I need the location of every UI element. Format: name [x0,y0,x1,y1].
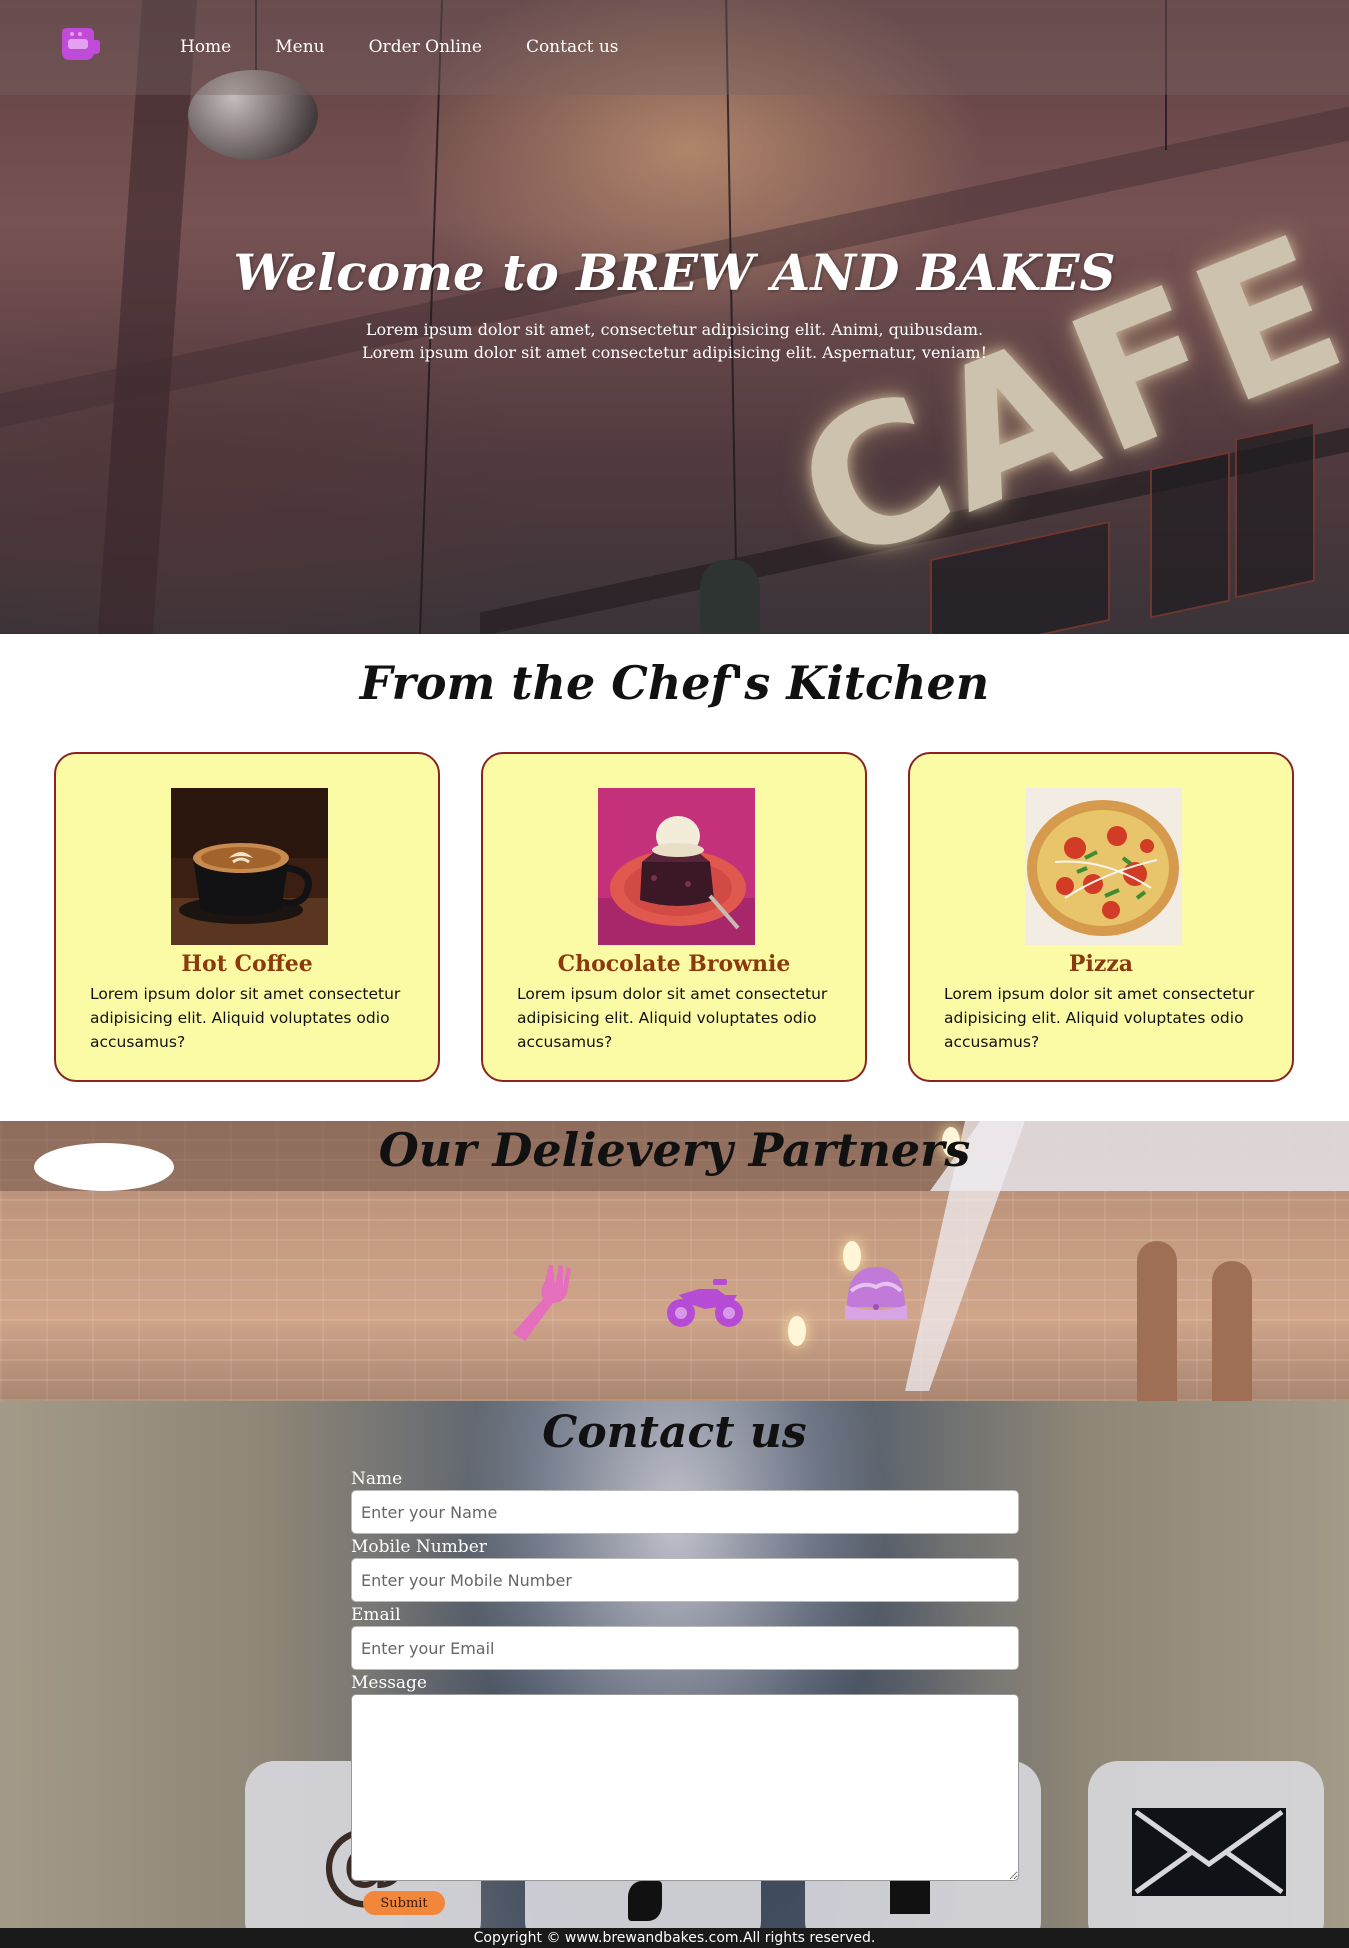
pizza-image [1025,788,1182,945]
envelope-icon [1132,1808,1286,1896]
partners-title: Our Delievery Partners [378,1123,971,1177]
delivery-partners-section: Our Delievery Partners [0,1121,1349,1401]
fork-icon[interactable] [505,1263,575,1343]
menu-item-description: Lorem ipsum dolor sit amet consectetur a… [517,985,828,1051]
menu-item-name: Pizza [1068,951,1134,977]
mobile-phone-icon [890,1879,930,1914]
menu-card-hot-coffee[interactable]: Hot Coffee Lorem ipsum dolor sit amet co… [54,752,440,1082]
hero-subtitle: Lorem ipsum dolor sit amet, consectetur … [0,318,1349,364]
chocolate-brownie-image [598,788,755,945]
wall-ski [1137,1241,1177,1401]
footer: Copyright © www.brewandbakes.com.All rig… [0,1928,1349,1948]
kitchen-section: From the Chef's Kitchen Hot Coffee Lorem… [0,634,1349,1121]
nav-order-online[interactable]: Order Online [369,37,482,57]
cafe-logo-icon[interactable] [58,26,100,62]
message-label: Message [351,1673,427,1693]
contact-title: Contact us [542,1407,807,1458]
menu-item-description: Lorem ipsum dolor sit amet consectetur a… [90,985,401,1051]
hot-coffee-image [171,788,328,945]
message-textarea[interactable] [351,1694,1019,1881]
nav-home[interactable]: Home [180,37,231,57]
navbar: Home Menu Order Online Contact us [0,0,1349,95]
contact-form: Name Mobile Number Email Message [351,1469,1019,1881]
contact-section: @ Contact us Name Mobile Number Email Me… [0,1401,1349,1928]
wall-ski [1212,1261,1252,1401]
menu-item-description: Lorem ipsum dolor sit amet consectetur a… [944,985,1255,1051]
motorbike-icon[interactable] [665,1271,745,1331]
hero-overlay [0,0,1349,634]
kitchen-title: From the Chef's Kitchen [359,656,990,710]
nav-links: Home Menu Order Online Contact us [180,37,663,57]
email-input[interactable] [351,1626,1019,1670]
telephone-icon [628,1881,662,1921]
mobile-number-label: Mobile Number [351,1537,487,1557]
nav-contact-us[interactable]: Contact us [526,37,619,57]
menu-card-pizza[interactable]: Pizza Lorem ipsum dolor sit amet consect… [908,752,1294,1082]
menu-item-name: Chocolate Brownie [557,951,791,977]
name-input[interactable] [351,1490,1019,1534]
menu-item-name: Hot Coffee [181,951,313,977]
taco-icon[interactable] [843,1263,909,1323]
hanging-bulb [788,1316,806,1346]
hero-title: Welcome to BREW AND BAKES [233,243,1116,302]
submit-button[interactable]: Submit [363,1891,445,1915]
name-label: Name [351,1469,403,1489]
hero-subtitle-line: Lorem ipsum dolor sit amet consectetur a… [361,343,987,362]
menu-card-chocolate-brownie[interactable]: Chocolate Brownie Lorem ipsum dolor sit … [481,752,867,1082]
mobile-number-input[interactable] [351,1558,1019,1602]
nav-menu[interactable]: Menu [275,37,324,57]
hero-section: CAFE Home Menu Order Online Contact us W… [0,0,1349,634]
hero-subtitle-line: Lorem ipsum dolor sit amet, consectetur … [365,320,984,339]
email-label: Email [351,1605,401,1625]
